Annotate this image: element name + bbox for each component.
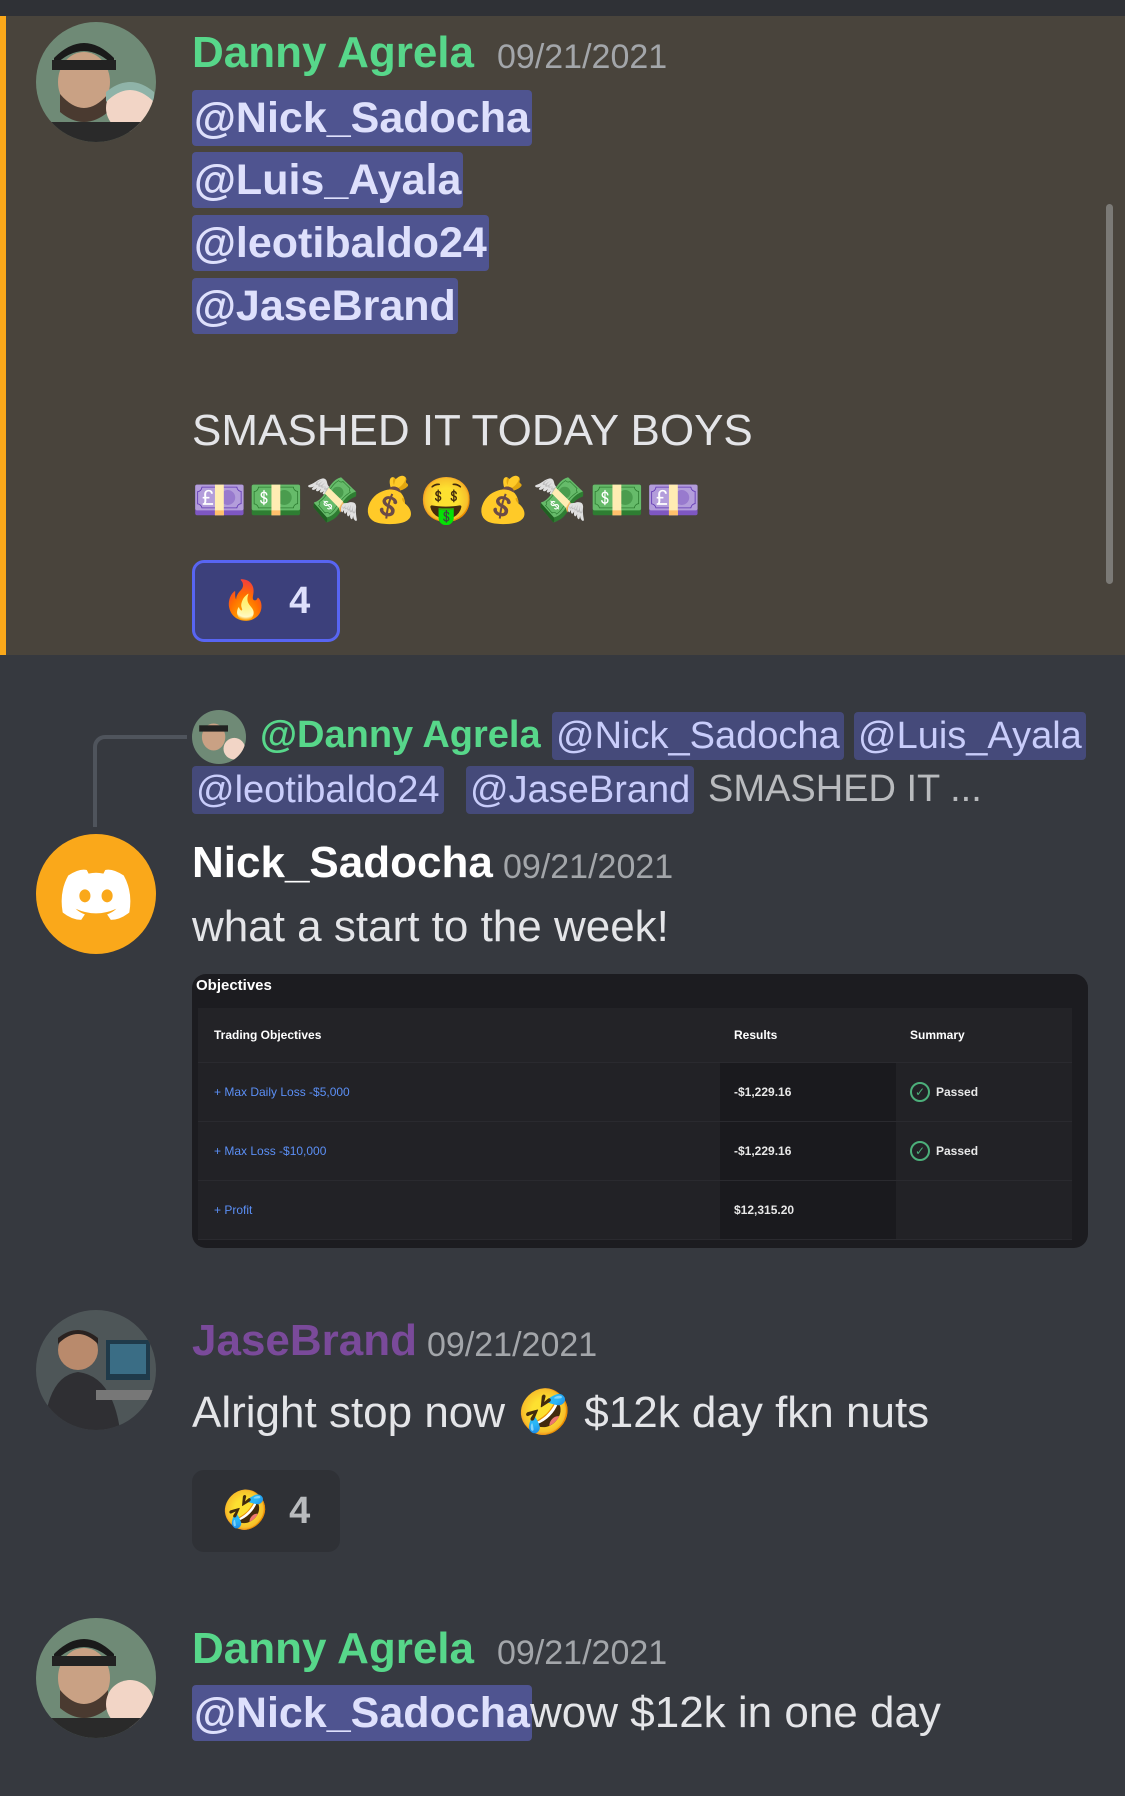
author-name[interactable]: Nick_Sadocha — [192, 838, 493, 888]
reply-mention-nick[interactable]: @Nick_Sadocha — [552, 712, 844, 760]
header-results: Results — [734, 1028, 778, 1042]
reply-avatar[interactable] — [192, 710, 246, 764]
mention-nick-sadocha[interactable]: @Nick_Sadocha — [192, 90, 532, 146]
reaction-fire[interactable]: 🔥 4 — [192, 560, 340, 642]
timestamp: 09/21/2021 — [503, 848, 674, 886]
table-row: + Profit $12,315.20 — [198, 1181, 1072, 1240]
objectives-table: Trading Objectives Results Summary + Max… — [198, 1008, 1072, 1240]
result-cell: $12,315.20 — [734, 1203, 795, 1217]
result-cell: -$1,229.16 — [734, 1085, 792, 1099]
timestamp: 09/21/2021 — [497, 1634, 668, 1672]
reply-preview-text[interactable]: SMASHED IT ... — [708, 768, 982, 811]
table-row: + Max Daily Loss -$5,000 -$1,229.16 ✓ Pas… — [198, 1063, 1072, 1122]
discord-logo-icon — [61, 869, 131, 920]
check-circle-icon: ✓ — [910, 1082, 930, 1102]
reaction-count: 4 — [289, 579, 311, 622]
objective-cell: + Max Daily Loss -$5,000 — [214, 1085, 350, 1099]
author-name[interactable]: Danny Agrela — [192, 28, 474, 78]
table-header-row: Trading Objectives Results Summary — [198, 1008, 1072, 1063]
reply-mention-luis[interactable]: @Luis_Ayala — [854, 712, 1086, 760]
message-text: what a start to the week! — [192, 902, 669, 951]
author-name[interactable]: Danny Agrela — [192, 1624, 474, 1674]
scrollbar[interactable] — [1106, 204, 1113, 584]
header-trading-objectives: Trading Objectives — [214, 1028, 322, 1042]
objectives-image-embed[interactable]: Objectives Trading Objectives Results Su… — [192, 974, 1088, 1248]
embed-title: Objectives — [196, 977, 272, 994]
reply-mention-leo[interactable]: @leotibaldo24 — [192, 766, 444, 814]
mention-nick-sadocha[interactable]: @Nick_Sadocha — [192, 1685, 532, 1741]
objective-cell: + Max Loss -$10,000 — [214, 1144, 327, 1158]
message-text: SMASHED IT TODAY BOYS — [192, 406, 753, 455]
fire-emoji-icon: 🔥 — [221, 580, 270, 622]
reply-author[interactable]: @Danny Agrela — [260, 714, 541, 757]
avatar-danny-agrela[interactable] — [36, 1618, 156, 1738]
mention-luis-ayala[interactable]: @Luis_Ayala — [192, 152, 464, 208]
objective-cell: + Profit — [214, 1203, 253, 1217]
timestamp: 09/21/2021 — [427, 1326, 598, 1364]
highlighted-message[interactable] — [0, 16, 1125, 655]
mention-accent-bar — [0, 16, 6, 655]
mention-leotibaldo24[interactable]: @leotibaldo24 — [192, 215, 489, 271]
reaction-count: 4 — [289, 1489, 311, 1532]
table-row: + Max Loss -$10,000 -$1,229.16 ✓ Passed — [198, 1122, 1072, 1181]
summary-cell: ✓ Passed — [910, 1122, 978, 1180]
reply-connector — [93, 735, 187, 827]
message-text: wow $12k in one day — [530, 1688, 941, 1737]
avatar-nick-sadocha[interactable] — [36, 834, 156, 954]
result-cell: -$1,229.16 — [734, 1144, 792, 1158]
mention-jasebrand[interactable]: @JaseBrand — [192, 278, 458, 334]
rofl-emoji-icon: 🤣 — [221, 1490, 270, 1532]
emoji-line: 💷💵💸💰🤑💰💸💵💷 — [192, 476, 704, 525]
reaction-rofl[interactable]: 🤣 4 — [192, 1470, 340, 1552]
reply-mention-jase[interactable]: @JaseBrand — [466, 766, 695, 814]
author-name[interactable]: JaseBrand — [192, 1316, 417, 1366]
avatar-danny-agrela[interactable] — [36, 22, 156, 142]
header-summary: Summary — [910, 1028, 965, 1042]
check-circle-icon: ✓ — [910, 1141, 930, 1161]
message-text: Alright stop now 🤣 $12k day fkn nuts — [192, 1388, 930, 1437]
timestamp: 09/21/2021 — [497, 38, 668, 76]
avatar-jasebrand[interactable] — [36, 1310, 156, 1430]
summary-cell: ✓ Passed — [910, 1063, 978, 1121]
top-strip — [0, 0, 1125, 16]
